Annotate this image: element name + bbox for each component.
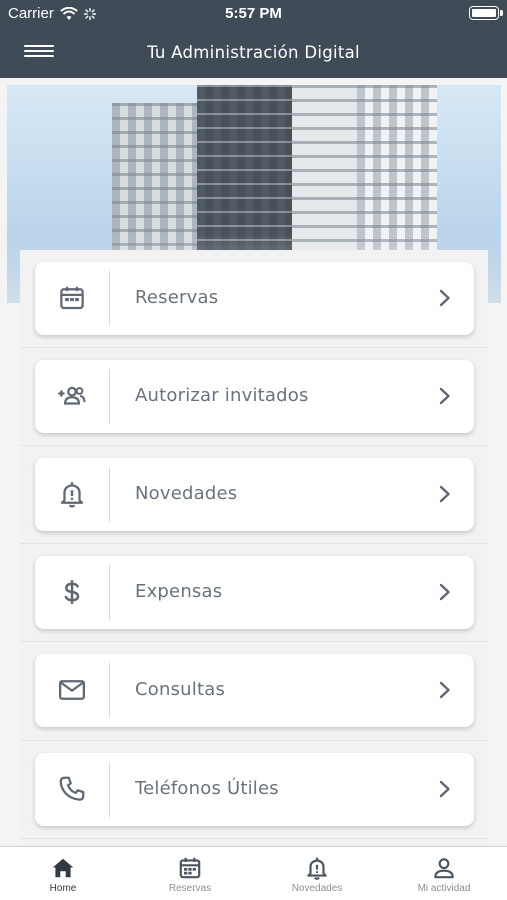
chevron-right-icon bbox=[439, 485, 450, 503]
app-title: Tu Administración Digital bbox=[147, 43, 360, 62]
bell-alert-icon bbox=[304, 855, 330, 881]
tab-mi-actividad[interactable]: Mi actividad bbox=[381, 847, 507, 900]
chevron-right-icon bbox=[439, 780, 450, 798]
menu-item-consultas[interactable]: Consultas bbox=[35, 654, 474, 727]
menu-item-divider bbox=[109, 762, 110, 817]
menu-separator bbox=[20, 740, 488, 741]
menu-item-divider bbox=[109, 467, 110, 522]
calendar-icon bbox=[177, 855, 203, 881]
menu-separator bbox=[20, 445, 488, 446]
menu-item-novedades[interactable]: Novedades bbox=[35, 458, 474, 531]
menu-separator bbox=[20, 347, 488, 348]
phone-icon bbox=[57, 774, 87, 804]
menu-separator bbox=[20, 838, 488, 839]
calendar-icon bbox=[57, 283, 87, 313]
tab-home[interactable]: Home bbox=[0, 847, 126, 900]
tab-label: Mi actividad bbox=[417, 883, 471, 894]
home-icon bbox=[50, 855, 76, 881]
menu-item-label: Expensas bbox=[135, 581, 223, 602]
menu-item-label: Consultas bbox=[135, 679, 226, 700]
chevron-right-icon bbox=[439, 583, 450, 601]
menu-item-label: Teléfonos Útiles bbox=[135, 778, 279, 799]
menu-item-label: Novedades bbox=[135, 483, 238, 504]
menu-item-divider bbox=[109, 271, 110, 326]
menu-separator bbox=[20, 641, 488, 642]
status-bar: Carrier 5:57 PM bbox=[0, 0, 507, 28]
menu-separator bbox=[20, 543, 488, 544]
status-time: 5:57 PM bbox=[225, 5, 282, 22]
menu-item-divider bbox=[109, 369, 110, 424]
battery-icon bbox=[469, 6, 499, 20]
menu-item-label: Autorizar invitados bbox=[135, 385, 309, 406]
chevron-right-icon bbox=[439, 681, 450, 699]
dollar-icon bbox=[57, 577, 87, 607]
chevron-right-icon bbox=[439, 387, 450, 405]
menu-item-expensas[interactable]: Expensas bbox=[35, 556, 474, 629]
add-group-icon bbox=[57, 381, 87, 411]
chevron-right-icon bbox=[439, 289, 450, 307]
mail-icon bbox=[57, 675, 87, 705]
menu-item-telefonos-utiles[interactable]: Teléfonos Útiles bbox=[35, 753, 474, 826]
tab-label: Reservas bbox=[168, 883, 212, 894]
battery-tip bbox=[500, 10, 503, 16]
person-icon bbox=[431, 855, 457, 881]
tab-reservas[interactable]: Reservas bbox=[127, 847, 253, 900]
menu-item-reservas[interactable]: Reservas bbox=[35, 262, 474, 335]
bell-alert-icon bbox=[57, 479, 87, 509]
tab-label: Home bbox=[49, 883, 77, 894]
menu-item-autorizar-invitados[interactable]: Autorizar invitados bbox=[35, 360, 474, 433]
tab-label: Novedades bbox=[291, 883, 343, 894]
tab-novedades[interactable]: Novedades bbox=[254, 847, 380, 900]
menu-item-divider bbox=[109, 565, 110, 620]
app-bar: Tu Administración Digital bbox=[0, 28, 507, 78]
menu-item-divider bbox=[109, 663, 110, 718]
menu-item-label: Reservas bbox=[135, 287, 219, 308]
bottom-tab-bar: Home Reservas Novedades Mi actividad bbox=[0, 846, 507, 900]
